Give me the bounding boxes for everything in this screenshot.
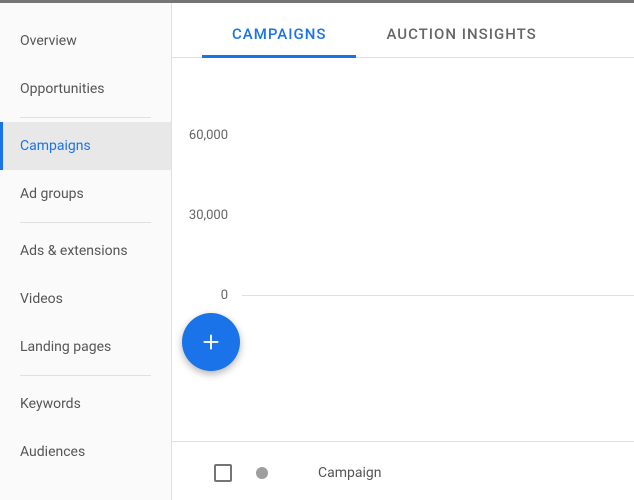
select-all-checkbox[interactable]: [214, 464, 232, 482]
campaign-table-header: Campaign: [172, 441, 634, 482]
main-panel: CAMPAIGNS AUCTION INSIGHTS 60,000 30,000…: [172, 3, 634, 500]
sidebar-item-ad-groups[interactable]: Ad groups: [0, 170, 171, 218]
column-header-campaign[interactable]: Campaign: [318, 465, 381, 481]
chart-ytick-label: 30,000: [172, 208, 242, 223]
sidebar-item-overview[interactable]: Overview: [0, 17, 171, 65]
tab-campaigns[interactable]: CAMPAIGNS: [202, 25, 356, 57]
add-campaign-button[interactable]: [182, 313, 240, 371]
sidebar-separator: [20, 222, 151, 223]
plus-icon: [200, 331, 222, 353]
sidebar-item-audiences[interactable]: Audiences: [0, 428, 171, 476]
tabs: CAMPAIGNS AUCTION INSIGHTS: [172, 3, 634, 58]
chart-ytick-label: 60,000: [172, 128, 242, 143]
sidebar-item-ads-extensions[interactable]: Ads & extensions: [0, 227, 171, 275]
sidebar-separator: [20, 117, 151, 118]
sidebar-item-landing-pages[interactable]: Landing pages: [0, 323, 171, 371]
status-indicator-icon: [256, 467, 268, 479]
sidebar-item-keywords[interactable]: Keywords: [0, 380, 171, 428]
sidebar-separator: [20, 375, 151, 376]
sidebar-item-videos[interactable]: Videos: [0, 275, 171, 323]
chart-axis-line: [242, 295, 634, 296]
sidebar-item-opportunities[interactable]: Opportunities: [0, 65, 171, 113]
sidebar-item-campaigns[interactable]: Campaigns: [0, 122, 171, 170]
sidebar: Overview Opportunities Campaigns Ad grou…: [0, 3, 172, 500]
chart-ytick-label: 0: [172, 288, 242, 303]
tab-auction-insights[interactable]: AUCTION INSIGHTS: [356, 25, 566, 57]
campaigns-chart: 60,000 30,000 0: [172, 98, 634, 318]
